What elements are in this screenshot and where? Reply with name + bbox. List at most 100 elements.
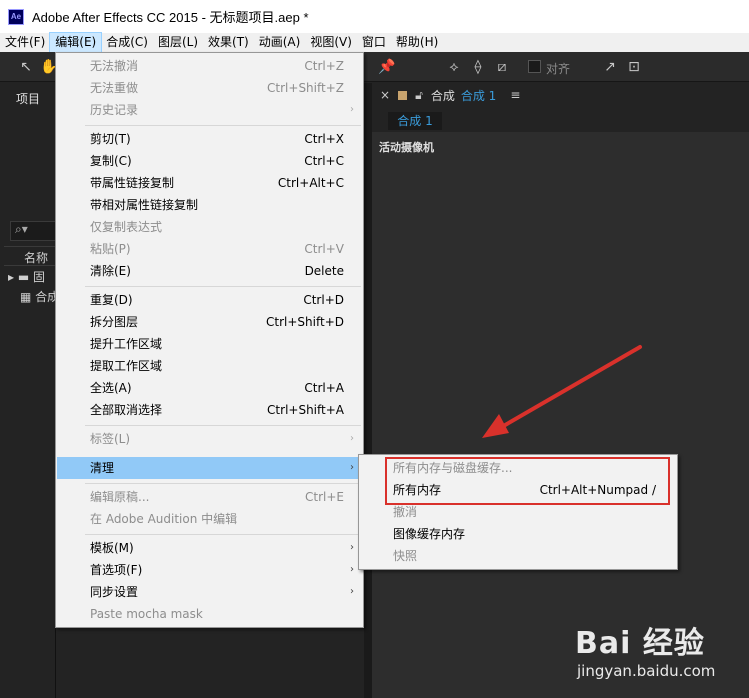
menu-item-sync-settings[interactable]: 同步设置 › bbox=[57, 581, 362, 603]
menu-item-history[interactable]: 历史记录 › bbox=[57, 99, 362, 121]
menu-item-clear[interactable]: 清除(E) Delete bbox=[57, 260, 362, 282]
menu-item-select-all[interactable]: 全选(A) Ctrl+A bbox=[57, 377, 362, 399]
watermark-url: jingyan.baidu.com bbox=[577, 662, 716, 680]
menu-item-copy-with-relative-links[interactable]: 带相对属性链接复制 bbox=[57, 194, 362, 216]
menu-item-label: 清除(E) bbox=[90, 264, 131, 278]
menu-item-split-layer[interactable]: 拆分图层 Ctrl+Shift+D bbox=[57, 311, 362, 333]
folder-name: 固 bbox=[33, 270, 46, 284]
menu-item-label: 编辑原稿... bbox=[90, 490, 150, 504]
menu-item-shortcut: Ctrl+Shift+Z bbox=[267, 81, 344, 95]
menu-item-undo[interactable]: 无法撤消 Ctrl+Z bbox=[57, 55, 362, 77]
menu-item-shortcut: Delete bbox=[304, 264, 344, 278]
comp-tab-name[interactable]: 合成 1 bbox=[461, 87, 496, 104]
menu-item-shortcut: Ctrl+Z bbox=[304, 59, 344, 73]
menu-item-lift-work-area[interactable]: 提升工作区域 bbox=[57, 333, 362, 355]
menu-bar: 文件(F) 编辑(E) 合成(C) 图层(L) 效果(T) 动画(A) 视图(V… bbox=[0, 32, 749, 53]
menu-item-extract-work-area[interactable]: 提取工作区域 bbox=[57, 355, 362, 377]
menu-item-edit-in-audition[interactable]: 在 Adobe Audition 中编辑 bbox=[57, 508, 362, 530]
menu-animation[interactable]: 动画(A) bbox=[254, 33, 306, 52]
menu-item-templates[interactable]: 模板(M) › bbox=[57, 537, 362, 559]
menu-window[interactable]: 窗口 bbox=[357, 33, 391, 52]
panel-divider[interactable] bbox=[364, 83, 372, 698]
menu-item-label: 提升工作区域 bbox=[90, 337, 163, 351]
menu-item-label: 粘贴(P) bbox=[90, 242, 131, 256]
menu-composition[interactable]: 合成(C) bbox=[101, 33, 153, 52]
menu-edit[interactable]: 编辑(E) bbox=[49, 32, 103, 53]
submenu-item-image-cache-memory[interactable]: 图像缓存内存 bbox=[360, 523, 676, 545]
snap-label: 对齐 bbox=[546, 62, 571, 76]
menu-item-shortcut: Ctrl+Shift+D bbox=[266, 315, 344, 329]
menu-item-cut[interactable]: 剪切(T) Ctrl+X bbox=[57, 128, 362, 150]
menu-item-label: 在 Adobe Audition 中编辑 bbox=[90, 512, 238, 526]
name-column-header[interactable]: 名称 bbox=[24, 249, 48, 266]
snap-grid-icon[interactable]: ⊡ bbox=[626, 59, 642, 75]
menu-item-label: 模板(M) bbox=[90, 541, 134, 555]
project-folder-row[interactable]: ▸ ▬ 固 bbox=[8, 268, 45, 285]
pin-tool-icon[interactable]: 📌 bbox=[378, 59, 395, 75]
selection-tool-icon[interactable]: ↖ bbox=[18, 59, 34, 75]
menu-item-label-colors[interactable]: 标签(L) › bbox=[57, 428, 362, 450]
lock-icon[interactable]: 🔓︎ bbox=[415, 88, 423, 103]
menu-separator bbox=[85, 425, 361, 426]
menu-separator bbox=[85, 483, 361, 484]
menu-file[interactable]: 文件(F) bbox=[0, 33, 50, 52]
panel-menu-icon[interactable]: ≡ bbox=[510, 88, 520, 102]
menu-item-shortcut: Ctrl+V bbox=[304, 242, 344, 256]
project-comp-row[interactable]: ▦ 合成 bbox=[20, 288, 59, 305]
menu-item-duplicate[interactable]: 重复(D) Ctrl+D bbox=[57, 289, 362, 311]
composition-viewer[interactable] bbox=[372, 132, 749, 698]
menu-item-label: 同步设置 bbox=[90, 585, 139, 599]
menu-item-copy-expression-only[interactable]: 仅复制表达式 bbox=[57, 216, 362, 238]
close-tab-icon[interactable]: × bbox=[380, 88, 390, 102]
folder-icon: ▬ bbox=[17, 270, 30, 284]
project-panel bbox=[0, 83, 56, 698]
menu-item-shortcut: Ctrl+Shift+A bbox=[267, 403, 344, 417]
view-axis-icon[interactable]: ⧄ bbox=[494, 59, 510, 75]
menu-item-edit-original[interactable]: 编辑原稿... Ctrl+E bbox=[57, 486, 362, 508]
menu-separator bbox=[85, 125, 361, 126]
window-title: Adobe After Effects CC 2015 - 无标题项目.aep … bbox=[32, 10, 309, 25]
menu-item-copy[interactable]: 复制(C) Ctrl+C bbox=[57, 150, 362, 172]
menu-item-label: 历史记录 bbox=[90, 103, 139, 117]
active-camera-label: 活动摄像机 bbox=[379, 141, 434, 154]
submenu-arrow-icon: › bbox=[350, 564, 354, 575]
window-titlebar: Ae Adobe After Effects CC 2015 - 无标题项目.a… bbox=[0, 0, 749, 33]
project-search-input[interactable]: ⌕▾ bbox=[10, 221, 56, 241]
composition-panel-header: × 🔓︎ 合成 合成 1 ≡ bbox=[372, 83, 749, 107]
menu-item-paste-mocha-mask[interactable]: Paste mocha mask bbox=[57, 603, 362, 625]
submenu-arrow-icon: › bbox=[350, 586, 354, 597]
menu-item-preferences[interactable]: 首选项(F) › bbox=[57, 559, 362, 581]
hand-tool-icon[interactable]: ✋ bbox=[40, 59, 57, 75]
edit-dropdown-menu: 无法撤消 Ctrl+Z 无法重做 Ctrl+Shift+Z 历史记录 › 剪切(T) C… bbox=[55, 52, 364, 628]
menu-item-paste[interactable]: 粘贴(P) Ctrl+V bbox=[57, 238, 362, 260]
local-axis-icon[interactable]: ⟡ bbox=[446, 59, 462, 75]
menu-item-shortcut: Ctrl+E bbox=[305, 490, 344, 504]
submenu-item-label: 快照 bbox=[393, 549, 418, 563]
menu-item-purge[interactable]: 清理 › bbox=[57, 457, 362, 479]
menu-layer[interactable]: 图层(L) bbox=[153, 33, 203, 52]
snap-checkbox[interactable] bbox=[528, 60, 541, 73]
after-effects-app-icon: Ae bbox=[8, 8, 24, 25]
project-tab[interactable]: 项目 bbox=[16, 90, 40, 107]
world-axis-icon[interactable]: ⟠ bbox=[470, 59, 486, 75]
expand-triangle-icon[interactable]: ▸ bbox=[8, 270, 14, 284]
comp-tab-prefix: 合成 bbox=[430, 88, 455, 103]
baidu-jingyan-watermark: Bai 经验 jingyan.baidu.com bbox=[575, 618, 735, 688]
menu-item-label: 无法撤消 bbox=[90, 59, 139, 73]
expand-icon[interactable]: ↗ bbox=[602, 59, 618, 75]
submenu-item-label: 图像缓存内存 bbox=[393, 527, 466, 541]
submenu-arrow-icon: › bbox=[350, 542, 354, 553]
comp-flowchart-tab[interactable]: 合成 1 bbox=[388, 112, 442, 130]
menu-item-deselect-all[interactable]: 全部取消选择 Ctrl+Shift+A bbox=[57, 399, 362, 421]
watermark-logo: Bai 经验 bbox=[575, 626, 705, 661]
menu-item-redo[interactable]: 无法重做 Ctrl+Shift+Z bbox=[57, 77, 362, 99]
menu-item-label: 重复(D) bbox=[90, 293, 133, 307]
menu-item-shortcut: Ctrl+D bbox=[303, 293, 344, 307]
menu-effect[interactable]: 效果(T) bbox=[203, 33, 254, 52]
menu-item-label: Paste mocha mask bbox=[90, 607, 203, 621]
menu-view[interactable]: 视图(V) bbox=[305, 33, 357, 52]
menu-item-copy-with-property-links[interactable]: 带属性链接复制 Ctrl+Alt+C bbox=[57, 172, 362, 194]
menu-help[interactable]: 帮助(H) bbox=[391, 33, 443, 52]
submenu-item-snapshot[interactable]: 快照 bbox=[360, 545, 676, 567]
menu-item-label: 首选项(F) bbox=[90, 563, 143, 577]
